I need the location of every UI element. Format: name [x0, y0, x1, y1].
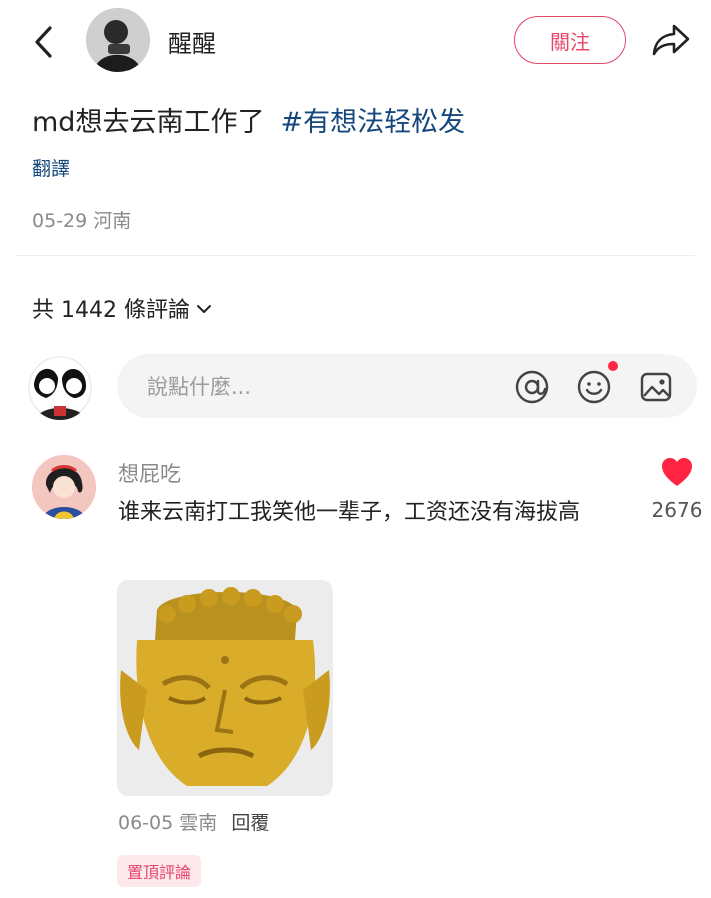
chevron-down-icon	[196, 296, 212, 321]
post-meta: 05-29 河南	[32, 206, 131, 233]
at-icon[interactable]	[514, 369, 550, 405]
author-name[interactable]: 醒醒	[168, 24, 216, 59]
comment-meta: 06-05 雲南 回覆	[118, 808, 269, 835]
like-count: 2676	[651, 498, 703, 522]
reply-button[interactable]: 回覆	[231, 812, 269, 834]
pinned-badge: 置頂評論	[117, 855, 202, 887]
comment-count[interactable]: 共 1442 條評論	[32, 292, 212, 324]
author-avatar[interactable]	[86, 8, 150, 72]
post-location: 河南	[93, 210, 132, 232]
post-hashtag[interactable]: #有想法轻松发	[280, 107, 465, 138]
commenter-name[interactable]: 想屁吃	[118, 458, 181, 488]
comment-count-label: 共 1442 條評論	[32, 298, 190, 323]
comment-date: 06-05	[118, 812, 174, 834]
comment-input[interactable]	[145, 354, 489, 420]
post-body: md想去云南工作了	[32, 107, 265, 138]
comment-text: 谁来云南打工我笑他一辈子，工资还没有海拔高	[118, 500, 581, 525]
divider	[16, 255, 695, 256]
emoji-icon[interactable]	[576, 369, 612, 405]
heart-icon[interactable]	[660, 456, 694, 488]
post-text: md想去云南工作了 #有想法轻松发	[32, 100, 465, 139]
follow-button[interactable]: 關注	[514, 16, 626, 64]
image-icon[interactable]	[638, 369, 674, 405]
comment-location: 雲南	[179, 812, 218, 834]
notification-dot	[608, 361, 618, 371]
share-icon[interactable]	[650, 20, 692, 60]
post-date: 05-29	[32, 210, 88, 232]
back-arrow-icon[interactable]	[30, 22, 58, 62]
commenter-avatar[interactable]	[32, 455, 96, 519]
comment-image[interactable]	[117, 580, 333, 796]
my-avatar	[28, 356, 92, 420]
translate-link[interactable]: 翻譯	[32, 154, 70, 181]
